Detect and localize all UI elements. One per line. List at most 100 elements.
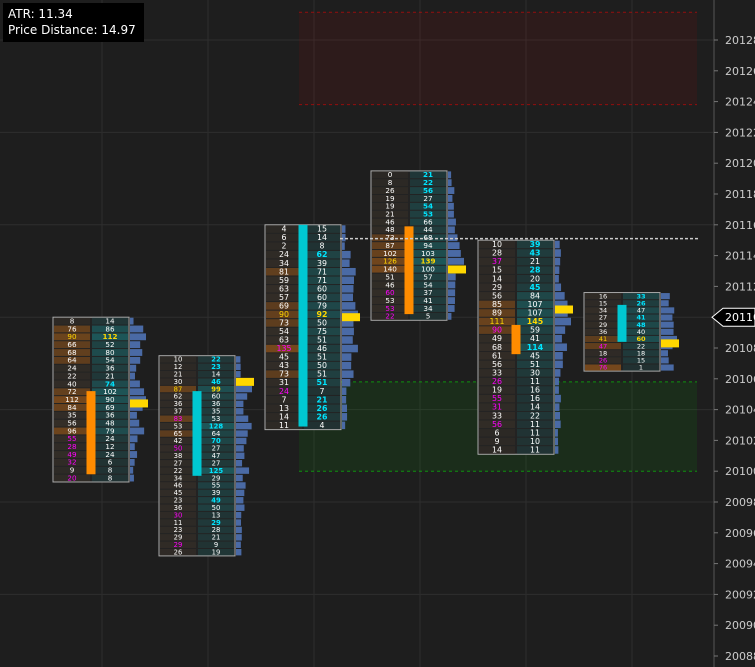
profile-bar <box>236 474 243 482</box>
profile-bar <box>448 218 456 226</box>
profile-bar <box>236 363 241 371</box>
profile-bar <box>448 179 452 187</box>
profile-bar <box>661 300 669 307</box>
poc-marker <box>661 339 679 348</box>
profile-bar <box>236 548 242 556</box>
profile-bar <box>448 210 454 218</box>
price-distance-label: Price Distance: 14.97 <box>8 23 136 37</box>
footprint-chart[interactable]: 8 1476 8690 11266 5268 8064 5424 3622 2140 7472 10… <box>0 0 755 667</box>
info-box: ATR: 11.34 Price Distance: 14.97 <box>3 3 144 42</box>
candle-body <box>86 391 96 475</box>
profile-bar <box>236 452 245 460</box>
tick-label: 20090 <box>725 619 755 632</box>
profile-bar <box>555 292 565 300</box>
profile-bar <box>130 317 134 325</box>
ask-volume: 1 <box>639 364 643 372</box>
tick-label: 20106 <box>725 373 755 386</box>
tick-label: 20116 <box>725 219 755 232</box>
tick-label: 20120 <box>725 157 755 170</box>
profile-bar <box>555 369 561 377</box>
profile-bar <box>661 293 670 300</box>
profile-bar <box>555 446 559 454</box>
candle-4[interactable]: 0 218 2226 5619 2719 5421 5346 6648 4473 6887 9410… <box>370 170 466 321</box>
profile-bar <box>448 250 461 257</box>
profile-bar <box>342 242 345 250</box>
candle-body <box>404 226 414 315</box>
candle-body <box>298 224 308 427</box>
profile-bar <box>236 371 241 378</box>
profile-bar <box>130 427 145 435</box>
tick-label: 20102 <box>725 434 755 447</box>
tick-label: 20104 <box>725 404 755 417</box>
profile-bar <box>555 334 562 343</box>
profile-bar <box>555 240 560 249</box>
profile-bar <box>448 305 455 312</box>
profile-bar <box>448 289 456 297</box>
candle-5[interactable]: 10 3928 4337 2115 2814 2029 4556 8485 10789 10711… <box>477 239 573 455</box>
profile-bar <box>236 445 244 452</box>
profile-bar <box>342 233 346 242</box>
profile-bar <box>555 394 561 403</box>
profile-bar <box>130 372 135 380</box>
profile-bar <box>342 395 347 404</box>
tick-label: 20096 <box>725 527 755 540</box>
ask-volume: 8 <box>108 473 113 482</box>
bid-volume: 76 <box>599 364 607 372</box>
profile-bar <box>130 419 140 427</box>
profile-bar <box>236 430 248 437</box>
profile-bar <box>555 266 560 274</box>
profile-bar <box>342 421 346 430</box>
profile-bar <box>130 451 138 458</box>
profile-bar <box>236 415 249 422</box>
atr-label: ATR: 11.34 <box>8 7 73 21</box>
profile-bar <box>342 404 347 413</box>
profile-bar <box>342 353 352 361</box>
profile-bar <box>236 519 242 526</box>
profile-bar <box>448 273 456 281</box>
profile-bar <box>130 333 146 341</box>
profile-bar <box>342 302 356 310</box>
profile-bar <box>555 343 567 352</box>
profile-bar <box>555 420 561 429</box>
tick-label: 20122 <box>725 126 755 139</box>
tick-label: 20088 <box>725 650 755 663</box>
profile-bar <box>555 437 559 446</box>
poc-marker <box>130 399 148 408</box>
profile-bar <box>555 283 562 292</box>
profile-bar <box>448 187 455 194</box>
profile-bar <box>342 327 354 336</box>
candle-body <box>511 324 521 355</box>
candle-6[interactable]: 16 3315 2634 4727 4129 4836 4041 6047 2218 1826 15… <box>583 292 679 372</box>
profile-bar <box>448 312 452 320</box>
tick-label: 20100 <box>725 465 755 478</box>
profile-bar <box>555 411 561 420</box>
candle-1[interactable]: 8 1476 8690 11266 5268 8064 5424 3622 2140 7472 10… <box>52 316 148 483</box>
profile-bar <box>130 435 138 443</box>
tick-label: 20124 <box>725 96 755 109</box>
profile-bar <box>130 356 141 364</box>
profile-bar <box>130 341 141 349</box>
profile-bar <box>342 336 353 344</box>
profile-bar <box>555 429 558 437</box>
bid-volume: 26 <box>174 548 183 556</box>
ask-volume: 5 <box>426 312 431 321</box>
profile-bar <box>661 314 673 321</box>
profile-bar <box>555 249 561 257</box>
profile-bar <box>661 328 674 335</box>
tick-label: 20112 <box>725 280 755 293</box>
profile-bar <box>448 297 455 305</box>
profile-bar <box>130 443 135 451</box>
profile-bar <box>130 411 137 419</box>
profile-bar <box>236 422 252 430</box>
profile-bar <box>236 467 250 474</box>
profile-bar <box>342 413 348 421</box>
profile-bar <box>236 437 247 445</box>
profile-bar <box>555 326 566 334</box>
candle-body <box>617 304 627 342</box>
profile-bar <box>661 321 674 328</box>
profile-bar <box>661 350 668 357</box>
last-price-label: 20110 <box>725 311 755 324</box>
bid-volume: 22 <box>385 312 394 321</box>
profile-bar <box>236 460 243 467</box>
tick-label: 20114 <box>725 250 755 263</box>
